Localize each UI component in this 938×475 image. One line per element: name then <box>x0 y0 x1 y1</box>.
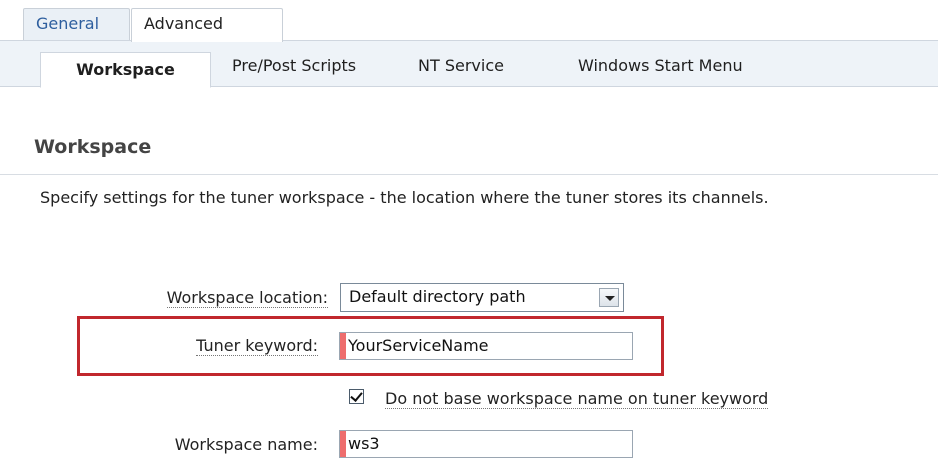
workspace-location-label: Workspace location: <box>80 288 328 308</box>
tuner-keyword-value: YourServiceName <box>348 336 489 355</box>
chevron-down-icon[interactable] <box>599 288 619 307</box>
tab-advanced-label: Advanced <box>144 14 224 33</box>
subtab-pre-post-scripts-label: Pre/Post Scripts <box>232 56 357 75</box>
subtab-workspace[interactable]: Workspace <box>40 52 211 88</box>
subtab-workspace-label: Workspace <box>76 60 175 79</box>
required-marker <box>340 431 346 457</box>
workspace-name-label-text: Workspace name: <box>174 435 318 454</box>
workspace-name-label: Workspace name: <box>80 435 318 454</box>
tuner-keyword-label-text: Tuner keyword: <box>196 336 318 356</box>
no-base-workspace-checkbox[interactable] <box>349 389 364 404</box>
workspace-location-select[interactable]: Default directory path <box>340 283 624 312</box>
subtab-pre-post-scripts[interactable]: Pre/Post Scripts <box>232 56 356 75</box>
workspace-location-label-text: Workspace location: <box>166 288 328 308</box>
subtab-nt-service[interactable]: NT Service <box>418 56 504 75</box>
tab-advanced[interactable]: Advanced <box>131 8 283 42</box>
workspace-name-value: ws3 <box>348 434 380 453</box>
no-base-workspace-label[interactable]: Do not base workspace name on tuner keyw… <box>385 389 769 409</box>
tab-general[interactable]: General <box>23 8 130 40</box>
subtab-windows-start-menu[interactable]: Windows Start Menu <box>578 56 743 75</box>
section-title: Workspace <box>34 136 152 158</box>
required-marker <box>340 333 346 359</box>
tuner-keyword-label: Tuner keyword: <box>80 336 318 356</box>
workspace-name-input[interactable]: ws3 <box>339 430 633 458</box>
subtab-nt-service-label: NT Service <box>418 56 504 75</box>
tab-general-label: General <box>36 14 100 33</box>
section-description: Specify settings for the tuner workspace… <box>40 188 769 207</box>
section-divider <box>0 174 938 175</box>
no-base-workspace-label-text: Do not base workspace name on tuner keyw… <box>385 389 769 409</box>
tuner-keyword-input[interactable]: YourServiceName <box>339 332 633 360</box>
workspace-location-value: Default directory path <box>349 287 526 306</box>
subtab-windows-start-menu-label: Windows Start Menu <box>578 56 743 75</box>
